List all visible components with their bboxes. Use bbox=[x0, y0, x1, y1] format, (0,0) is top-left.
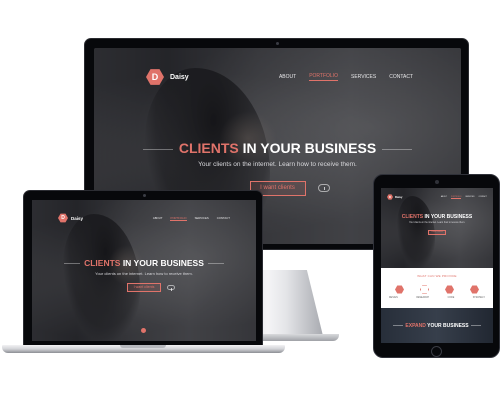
design-icon bbox=[395, 285, 404, 294]
menu-item-services[interactable]: SERVICES bbox=[465, 196, 474, 198]
headline-rest: IN YOUR BUSINESS bbox=[120, 258, 204, 268]
camera-icon bbox=[276, 42, 279, 45]
hexagon-logo-icon: D bbox=[146, 69, 164, 85]
hero-subline: Your clients on the internet. Learn how … bbox=[408, 222, 466, 224]
hero-overlay bbox=[381, 188, 493, 268]
menu-item-about[interactable]: ABOUT bbox=[153, 216, 163, 220]
menu-item-contact[interactable]: CONTACT bbox=[217, 216, 230, 220]
headline-accent: CLIENTS bbox=[401, 214, 424, 220]
expand-section: EXPAND YOUR BUSINESS bbox=[381, 308, 493, 343]
tablet-screen: D Daisy ABOUT PORTFOLIO SERVICES CONTACT… bbox=[381, 188, 493, 343]
hero-headline: CLIENTS IN YOUR BUSINESS bbox=[32, 258, 256, 268]
features-icons bbox=[395, 285, 479, 294]
cta-button[interactable]: I want clients bbox=[428, 230, 446, 235]
menu-item-services[interactable]: SERVICES bbox=[195, 216, 209, 220]
main-menu: ABOUT PORTFOLIO SERVICES CONTACT bbox=[266, 73, 413, 81]
hexagon-logo-icon: D bbox=[387, 194, 393, 200]
brand-name: Daisy bbox=[395, 195, 403, 199]
laptop-device: D Daisy ABOUT PORTFOLIO SERVICES CONTACT… bbox=[2, 190, 285, 360]
brand-name: Daisy bbox=[71, 215, 84, 221]
feature-label: RESEARCH bbox=[416, 297, 430, 299]
laptop-lid: D Daisy ABOUT PORTFOLIO SERVICES CONTACT… bbox=[23, 190, 263, 348]
laptop-notch bbox=[120, 345, 166, 348]
menu-item-portfolio[interactable]: PORTFOLIO bbox=[309, 73, 338, 81]
brand-name: Daisy bbox=[170, 73, 189, 81]
expand-rest: YOUR BUSINESS bbox=[425, 323, 469, 329]
brand[interactable]: D Daisy bbox=[387, 194, 402, 200]
hero-headline: CLIENTS IN YOUR BUSINESS bbox=[381, 214, 493, 220]
slider-dot[interactable] bbox=[141, 328, 146, 333]
research-icon bbox=[420, 285, 429, 294]
headline-rule-left bbox=[393, 325, 404, 327]
hero-subline: Your clients on the internet. Learn how … bbox=[198, 161, 357, 168]
main-menu: ABOUT PORTFOLIO SERVICES CONTACT bbox=[145, 216, 230, 221]
expand-headline: EXPAND YOUR BUSINESS bbox=[381, 323, 493, 329]
headline-rule-left bbox=[142, 148, 173, 150]
feature-label: STRATEGY bbox=[472, 297, 485, 299]
scroll-mouse-icon bbox=[318, 184, 330, 192]
brand[interactable]: D Daisy bbox=[58, 213, 83, 223]
site-nav: D Daisy ABOUT PORTFOLIO SERVICES CONTACT bbox=[146, 68, 413, 86]
site-nav: D Daisy ABOUT PORTFOLIO SERVICES CONTACT bbox=[387, 194, 487, 200]
headline-rest: IN YOUR BUSINESS bbox=[238, 140, 377, 156]
menu-item-services[interactable]: SERVICES bbox=[351, 74, 376, 81]
brand[interactable]: D Daisy bbox=[146, 68, 189, 86]
tablet-device: D Daisy ABOUT PORTFOLIO SERVICES CONTACT… bbox=[373, 174, 500, 358]
features-labels: DESIGN RESEARCH CODE STRATEGY bbox=[389, 297, 485, 299]
camera-icon bbox=[435, 180, 439, 184]
code-icon bbox=[445, 285, 454, 294]
cta-button[interactable]: I want clients bbox=[127, 283, 161, 292]
scroll-mouse-icon bbox=[167, 285, 175, 291]
headline-accent: CLIENTS bbox=[178, 140, 239, 156]
hero-subline: Your clients on the internet. Learn how … bbox=[95, 271, 193, 276]
menu-item-about[interactable]: ABOUT bbox=[441, 196, 447, 198]
feature-label: DESIGN bbox=[389, 297, 398, 299]
main-menu: ABOUT PORTFOLIO SERVICES CONTACT bbox=[437, 196, 487, 199]
menu-item-about[interactable]: ABOUT bbox=[279, 74, 296, 81]
site-nav: D Daisy ABOUT PORTFOLIO SERVICES CONTACT bbox=[58, 213, 230, 223]
menu-item-contact[interactable]: CONTACT bbox=[478, 196, 487, 198]
menu-item-portfolio[interactable]: PORTFOLIO bbox=[170, 216, 187, 221]
headline-rule-right bbox=[470, 325, 481, 327]
headline-rule-right bbox=[382, 148, 413, 150]
headline-rule-right bbox=[207, 263, 224, 265]
features-title: WHAT CAN WE PROVIDE bbox=[417, 274, 457, 278]
expand-accent: EXPAND bbox=[405, 323, 426, 329]
hero-headline: CLIENTS IN YOUR BUSINESS bbox=[94, 140, 461, 156]
laptop-screen: D Daisy ABOUT PORTFOLIO SERVICES CONTACT… bbox=[32, 200, 256, 341]
features-section: WHAT CAN WE PROVIDE DESIGN RESEARCH CODE… bbox=[381, 268, 493, 308]
menu-item-portfolio[interactable]: PORTFOLIO bbox=[451, 196, 462, 199]
headline-accent: CLIENTS bbox=[84, 258, 121, 268]
headline-rule-left bbox=[64, 263, 81, 265]
hexagon-logo-icon: D bbox=[58, 213, 68, 223]
menu-item-contact[interactable]: CONTACT bbox=[389, 74, 413, 81]
camera-icon bbox=[143, 194, 146, 197]
home-button-icon[interactable] bbox=[431, 346, 442, 357]
tablet-hero: D Daisy ABOUT PORTFOLIO SERVICES CONTACT… bbox=[381, 188, 493, 268]
headline-rest: IN YOUR BUSINESS bbox=[423, 214, 473, 220]
strategy-icon bbox=[470, 285, 479, 294]
feature-label: CODE bbox=[447, 297, 455, 299]
